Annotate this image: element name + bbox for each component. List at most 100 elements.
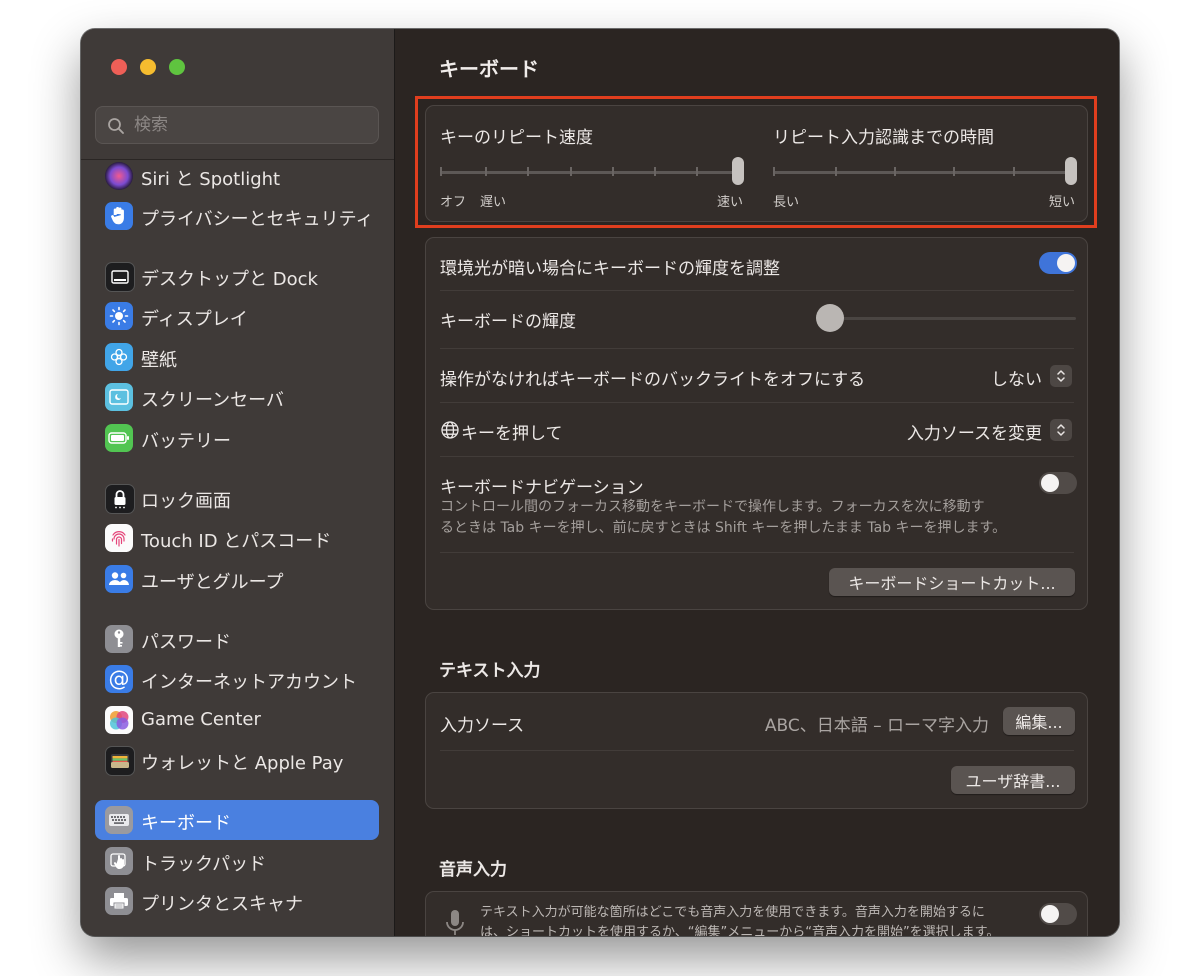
sidebar-item-label: ロック画面 bbox=[141, 491, 231, 512]
sidebar-item-battery[interactable]: バッテリー bbox=[95, 418, 379, 458]
sidebar-item-label: プライバシーとセキュリティ bbox=[141, 209, 374, 230]
hand-icon bbox=[105, 202, 133, 230]
toggle-knob bbox=[1041, 474, 1059, 492]
at-icon: @ bbox=[105, 665, 133, 693]
search-icon bbox=[108, 118, 124, 134]
keyboard-navigation-label: キーボードナビゲーション bbox=[440, 478, 644, 498]
row-divider bbox=[440, 348, 1074, 349]
sidebar-item-label: バッテリー bbox=[141, 431, 231, 452]
sidebar-item-label: ユーザとグループ bbox=[141, 572, 284, 593]
ambient-brightness-toggle[interactable] bbox=[1039, 252, 1077, 274]
dictation-description: テキスト入力が可能な箇所はどこでも音声入力を使用できます。音声入力を開始するに … bbox=[480, 903, 1040, 936]
battery-icon bbox=[105, 424, 133, 452]
description-line: るときは Tab キーを押し、前に戻すときは Shift キーを押したまま Ta… bbox=[440, 520, 1007, 536]
dictation-toggle[interactable] bbox=[1039, 903, 1077, 925]
sidebar-item-printers-scanners[interactable]: プリンタとスキャナ bbox=[95, 881, 379, 921]
edit-input-sources-button[interactable]: 編集... bbox=[1003, 707, 1075, 735]
sidebar-item-desktop-dock[interactable]: デスクトップと Dock bbox=[95, 256, 379, 296]
chevron-up-down-icon bbox=[1050, 365, 1072, 387]
slider-track bbox=[816, 317, 1076, 320]
sidebar-item-wallet-apple-pay[interactable]: ウォレットと Apple Pay bbox=[95, 740, 379, 780]
zoom-window-button[interactable] bbox=[169, 59, 185, 75]
sidebar-item-display[interactable]: ディスプレイ bbox=[95, 296, 379, 336]
lock-icon bbox=[105, 484, 135, 514]
sidebar-item-label: デスクトップと Dock bbox=[141, 269, 318, 290]
sidebar-item-screensaver[interactable]: スクリーンセーバ bbox=[95, 377, 379, 417]
sidebar-item-label: ディスプレイ bbox=[141, 309, 248, 330]
sidebar-item-passwords[interactable]: パスワード bbox=[95, 619, 379, 659]
game-center-icon bbox=[105, 706, 133, 734]
sidebar-item-users-groups[interactable]: ユーザとグループ bbox=[95, 559, 379, 599]
minimize-window-button[interactable] bbox=[140, 59, 156, 75]
settings-window: Siri と Spotlight プライバシーとセキュリティ デスクトップと D… bbox=[81, 29, 1119, 936]
sidebar-item-label: スクリーンセーバ bbox=[141, 390, 284, 411]
users-icon bbox=[105, 565, 133, 593]
sidebar-item-label: ウォレットと Apple Pay bbox=[141, 753, 344, 774]
sidebar-item-label: プリンタとスキャナ bbox=[141, 894, 303, 915]
main-pane: キーボード キーのリピート速度 オフ 遅い 速い リピート入力認識までの時間 長… bbox=[395, 29, 1119, 936]
keyboard-navigation-description: コントロール間のフォーカス移動をキーボードで操作します。フォーカスを次に移動す … bbox=[440, 497, 1040, 539]
chevron-up-down-icon bbox=[1050, 419, 1072, 441]
row-divider bbox=[440, 290, 1074, 291]
toggle-knob bbox=[1057, 254, 1075, 272]
row-divider bbox=[440, 750, 1074, 751]
sidebar-item-label: パスワード bbox=[141, 632, 231, 653]
microphone-icon bbox=[446, 910, 464, 935]
sidebar-item-lock-screen[interactable]: ロック画面 bbox=[95, 478, 379, 518]
toggle-knob bbox=[1041, 905, 1059, 923]
ambient-brightness-label: 環境光が暗い場合にキーボードの輝度を調整 bbox=[440, 259, 780, 279]
text-input-card: 入力ソース ABC、日本語 – ローマ字入力 編集... ユーザ辞書... bbox=[425, 692, 1088, 809]
sidebar-item-label: インターネットアカウント bbox=[141, 672, 357, 693]
sidebar-item-label: 壁紙 bbox=[141, 350, 177, 371]
keyboard-settings-card: 環境光が暗い場合にキーボードの輝度を調整 キーボードの輝度 操作がなければキーボ… bbox=[425, 237, 1088, 610]
keyboard-brightness-label: キーボードの輝度 bbox=[440, 312, 576, 332]
sidebar-item-siri-spotlight[interactable]: Siri と Spotlight bbox=[95, 156, 379, 196]
page-title: キーボード bbox=[439, 57, 539, 81]
description-line: テキスト入力が可能な箇所はどこでも音声入力を使用できます。音声入力を開始するに bbox=[480, 905, 985, 920]
trackpad-icon bbox=[105, 847, 133, 875]
sidebar-item-game-center[interactable]: Game Center bbox=[95, 700, 379, 740]
wallet-icon bbox=[105, 746, 135, 776]
key-icon bbox=[105, 625, 133, 653]
row-divider bbox=[440, 456, 1074, 457]
sidebar-item-keyboard[interactable]: キーボード bbox=[95, 800, 379, 840]
screensaver-icon bbox=[105, 383, 133, 411]
sidebar-item-wallpaper[interactable]: 壁紙 bbox=[95, 337, 379, 377]
dictation-card: テキスト入力が可能な箇所はどこでも音声入力を使用できます。音声入力を開始するに … bbox=[425, 891, 1088, 936]
sidebar-item-label: Touch ID とパスコード bbox=[141, 531, 332, 552]
sidebar-item-touch-id[interactable]: Touch ID とパスコード bbox=[95, 518, 379, 558]
dictation-section-title: 音声入力 bbox=[439, 860, 507, 880]
user-dictionary-button[interactable]: ユーザ辞書... bbox=[951, 766, 1075, 794]
keyboard-navigation-toggle[interactable] bbox=[1039, 472, 1077, 494]
sidebar-item-label: トラックパッド bbox=[141, 854, 267, 875]
globe-icon bbox=[441, 421, 459, 439]
sidebar-item-label: Siri と Spotlight bbox=[141, 169, 281, 190]
keyboard-icon bbox=[105, 806, 133, 834]
input-sources-label: 入力ソース bbox=[440, 716, 525, 736]
highlight-annotation-box bbox=[415, 96, 1097, 228]
sidebar-item-trackpad[interactable]: トラックパッド bbox=[95, 841, 379, 881]
sidebar-item-privacy-security[interactable]: プライバシーとセキュリティ bbox=[95, 196, 379, 236]
siri-icon bbox=[105, 162, 133, 190]
search-field[interactable] bbox=[95, 106, 379, 144]
globe-key-value: 入力ソースを変更 bbox=[906, 424, 1042, 444]
sidebar-item-label: キーボード bbox=[141, 813, 231, 834]
backlight-off-value: しない bbox=[991, 370, 1042, 390]
close-window-button[interactable] bbox=[111, 59, 127, 75]
description-line: コントロール間のフォーカス移動をキーボードで操作します。フォーカスを次に移動す bbox=[440, 499, 985, 515]
input-sources-value: ABC、日本語 – ローマ字入力 bbox=[764, 716, 989, 736]
row-divider bbox=[440, 402, 1074, 403]
search-input[interactable] bbox=[134, 107, 364, 143]
sidebar-item-internet-accounts[interactable]: @ インターネットアカウント bbox=[95, 659, 379, 699]
globe-key-label: キーを押して bbox=[461, 424, 563, 444]
printer-icon bbox=[105, 887, 133, 915]
fingerprint-icon bbox=[105, 524, 133, 552]
wallpaper-flower-icon bbox=[105, 343, 133, 371]
sidebar-item-label: Game Center bbox=[141, 709, 261, 730]
row-divider bbox=[440, 552, 1074, 553]
keyboard-shortcuts-button[interactable]: キーボードショートカット... bbox=[829, 568, 1075, 596]
backlight-off-label: 操作がなければキーボードのバックライトをオフにする bbox=[440, 370, 866, 390]
text-input-section-title: テキスト入力 bbox=[439, 661, 541, 681]
slider-knob[interactable] bbox=[816, 304, 844, 332]
sidebar: Siri と Spotlight プライバシーとセキュリティ デスクトップと D… bbox=[81, 29, 395, 936]
